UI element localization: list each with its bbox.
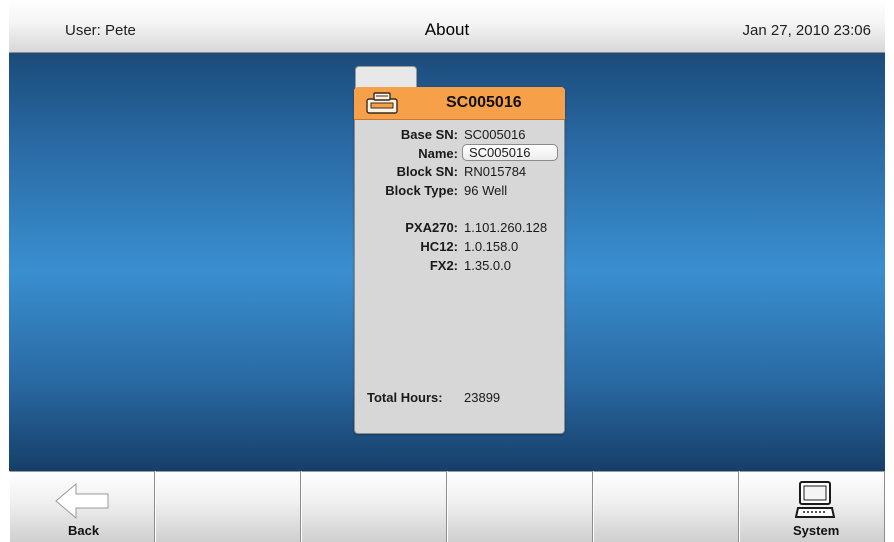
row-block-type: Block Type: 96 Well	[355, 183, 564, 201]
bottom-toolbar: Back System	[9, 471, 885, 542]
main-area: SC005016 Base SN: SC005016 Name: Block S…	[9, 53, 885, 471]
block-type-label: Block Type:	[385, 183, 458, 198]
toolbar-button-4[interactable]	[447, 471, 593, 542]
toolbar-button-2[interactable]	[155, 471, 301, 542]
block-type-value: 96 Well	[464, 183, 508, 198]
row-total-hours: Total Hours: 23899	[355, 390, 564, 408]
toolbar-button-3[interactable]	[301, 471, 447, 542]
base-sn-value: SC005016	[464, 127, 526, 142]
instrument-card: SC005016 Base SN: SC005016 Name: Block S…	[354, 66, 565, 434]
row-base-sn: Base SN: SC005016	[355, 127, 564, 145]
row-hc12: HC12: 1.0.158.0	[355, 239, 564, 257]
card-header: SC005016	[354, 87, 565, 120]
block-sn-label: Block SN:	[396, 164, 458, 179]
system-label: System	[793, 523, 840, 538]
app-frame: User: Pete About Jan 27, 2010 23:06 SC00…	[9, 0, 885, 542]
row-block-sn: Block SN: RN015784	[355, 164, 564, 182]
hc12-value: 1.0.158.0	[464, 239, 519, 254]
toolbar-button-5[interactable]	[593, 471, 739, 542]
card-serial: SC005016	[446, 94, 522, 111]
name-field[interactable]	[462, 144, 558, 161]
fx2-value: 1.35.0.0	[464, 258, 511, 273]
name-label: Name:	[418, 146, 458, 161]
fx2-label: FX2:	[429, 258, 458, 273]
back-arrow-icon	[55, 482, 109, 520]
total-hours-value: 23899	[464, 390, 501, 405]
base-sn-label: Base SN:	[400, 127, 458, 142]
top-bar: User: Pete About Jan 27, 2010 23:06	[9, 0, 885, 53]
instrument-icon	[366, 92, 398, 114]
pxa270-label: PXA270:	[405, 220, 458, 235]
total-hours-label: Total Hours:	[367, 390, 443, 405]
date-time: Jan 27, 2010 23:06	[742, 22, 871, 39]
block-sn-value: RN015784	[464, 164, 527, 179]
computer-icon	[795, 481, 835, 518]
back-button[interactable]: Back	[9, 471, 155, 542]
row-fx2: FX2: 1.35.0.0	[355, 258, 564, 276]
system-button[interactable]: System	[739, 471, 885, 542]
row-pxa270: PXA270: 1.101.260.128	[355, 220, 564, 238]
pxa270-value: 1.101.260.128	[464, 220, 548, 235]
back-label: Back	[68, 523, 100, 538]
card-folder-tab	[355, 66, 417, 89]
row-name: Name:	[355, 144, 564, 164]
hc12-label: HC12:	[420, 239, 458, 254]
